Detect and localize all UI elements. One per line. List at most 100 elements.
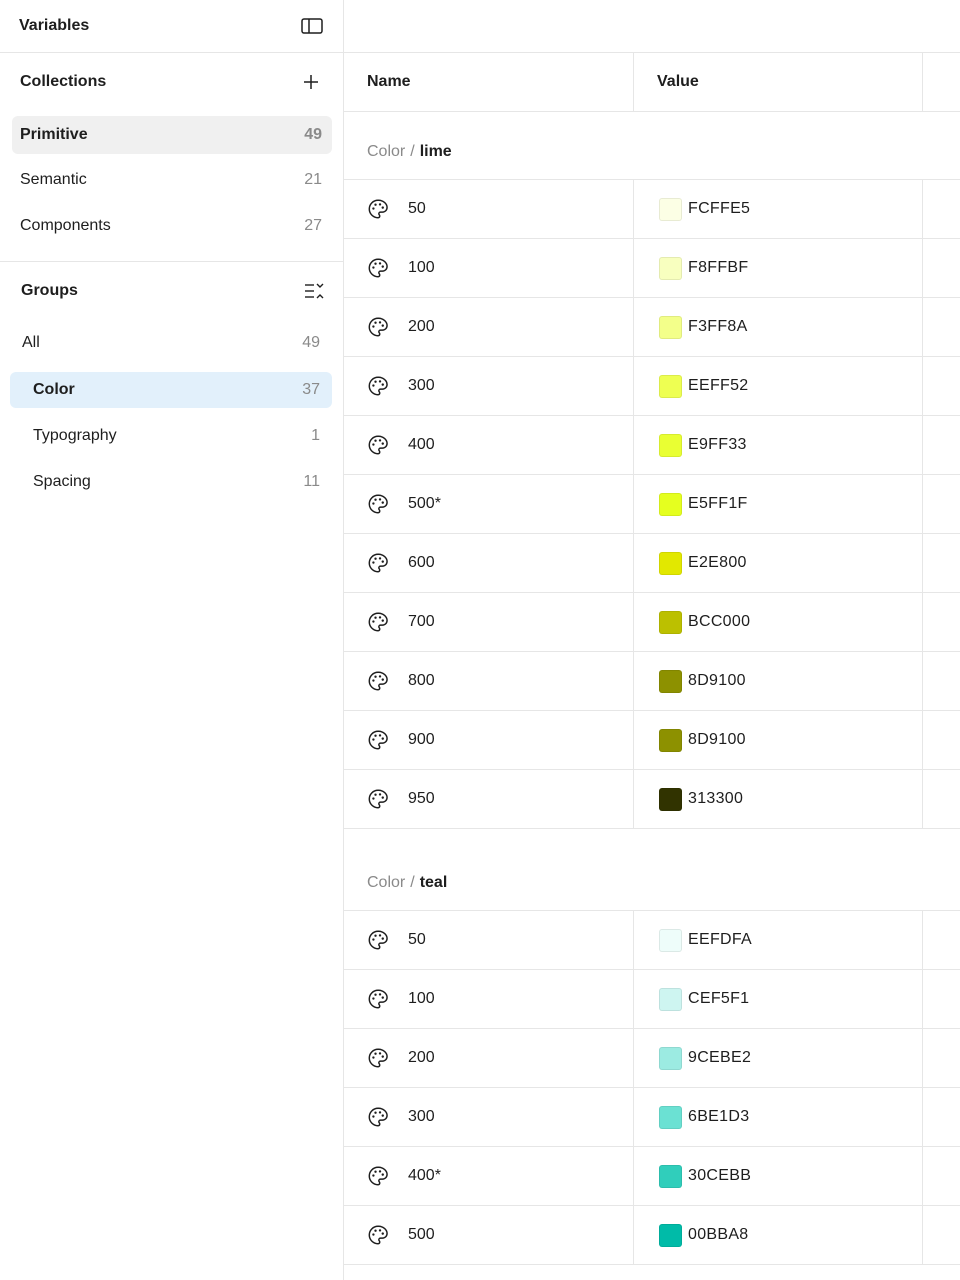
color-swatch[interactable] [659,256,682,280]
value-cell[interactable]: 313300 [634,770,923,828]
value-cell[interactable]: 30CEBB [634,1147,923,1205]
collections-section: Collections Primitive 49 Semantic 21 Com… [0,53,343,262]
extra-cell [923,770,960,828]
name-cell[interactable]: 100 [344,239,634,297]
extra-cell [923,357,960,415]
value-cell[interactable]: 6BE1D3 [634,1088,923,1146]
name-cell[interactable]: 500 [344,1206,634,1264]
group-count: 49 [302,334,320,351]
palette-icon [367,1047,389,1069]
table-row[interactable]: 600 E2E800 [344,534,960,593]
color-swatch[interactable] [659,669,682,693]
value-cell[interactable]: F3FF8A [634,298,923,356]
value-cell[interactable]: 8D9100 [634,711,923,769]
add-collection-button[interactable] [299,70,323,94]
table-row[interactable]: 800 8D9100 [344,652,960,711]
palette-icon [367,316,389,338]
color-swatch[interactable] [659,928,682,952]
name-cell[interactable]: 50 [344,180,634,238]
color-swatch[interactable] [659,433,682,457]
color-swatch[interactable] [659,1105,682,1129]
name-cell[interactable]: 500* [344,475,634,533]
palette-icon [367,788,389,810]
palette-icon [367,434,389,456]
variable-name: 900 [408,731,435,748]
group-item-typography[interactable]: Typography 1 [10,418,332,454]
list-collapse-icon[interactable] [302,279,326,303]
table-row[interactable]: 400* 30CEBB [344,1147,960,1206]
table-row[interactable]: 100 CEF5F1 [344,970,960,1029]
value-cell[interactable]: E5FF1F [634,475,923,533]
name-cell[interactable]: 50 [344,911,634,969]
name-cell[interactable]: 800 [344,652,634,710]
value-cell[interactable]: FCFFE5 [634,180,923,238]
collection-count: 27 [304,217,322,234]
name-cell[interactable]: 100 [344,970,634,1028]
name-cell[interactable]: 200 [344,298,634,356]
table-row[interactable]: 500 00BBA8 [344,1206,960,1265]
value-cell[interactable]: F8FFBF [634,239,923,297]
column-header-extra [923,53,960,111]
name-cell[interactable]: 700 [344,593,634,651]
name-cell[interactable]: 200 [344,1029,634,1087]
name-cell[interactable]: 400 [344,416,634,474]
value-cell[interactable]: EEFF52 [634,357,923,415]
color-swatch[interactable] [659,374,682,398]
group-heading-prefix: Color [367,874,406,891]
hex-value: F8FFBF [688,259,749,276]
name-cell[interactable]: 300 [344,1088,634,1146]
extra-cell [923,416,960,474]
table-row[interactable]: 50 FCFFE5 [344,180,960,239]
name-cell[interactable]: 600 [344,534,634,592]
table-row[interactable]: 200 9CEBE2 [344,1029,960,1088]
value-cell[interactable]: CEF5F1 [634,970,923,1028]
value-cell[interactable]: 9CEBE2 [634,1029,923,1087]
column-header-value[interactable]: Value [634,53,923,111]
table-row[interactable]: 400 E9FF33 [344,416,960,475]
palette-icon [367,988,389,1010]
value-cell[interactable]: E2E800 [634,534,923,592]
column-header-name[interactable]: Name [344,53,634,111]
value-cell[interactable]: E9FF33 [634,416,923,474]
table-row[interactable]: 300 EEFF52 [344,357,960,416]
sidebar-title: Variables [19,17,90,34]
color-swatch[interactable] [659,551,682,575]
name-cell[interactable]: 300 [344,357,634,415]
color-swatch[interactable] [659,1223,682,1247]
color-swatch[interactable] [659,1046,682,1070]
value-cell[interactable]: EEFDFA [634,911,923,969]
value-cell[interactable]: 8D9100 [634,652,923,710]
color-swatch[interactable] [659,787,682,811]
color-swatch[interactable] [659,728,682,752]
value-cell[interactable]: 00BBA8 [634,1206,923,1264]
extra-cell [923,1206,960,1264]
group-item-color[interactable]: Color 37 [10,372,332,408]
table-row[interactable]: 200 F3FF8A [344,298,960,357]
collection-item-semantic[interactable]: Semantic 21 [12,161,332,199]
name-cell[interactable]: 900 [344,711,634,769]
collection-item-components[interactable]: Components 27 [12,207,332,245]
hex-value: BCC000 [688,613,751,630]
table-row[interactable]: 500* E5FF1F [344,475,960,534]
color-swatch[interactable] [659,197,682,221]
group-heading-separator: / [410,143,415,160]
group-item-spacing[interactable]: Spacing 11 [10,464,332,500]
color-swatch[interactable] [659,987,682,1011]
table-row[interactable]: 950 313300 [344,770,960,829]
color-swatch[interactable] [659,315,682,339]
palette-icon [367,1106,389,1128]
name-cell[interactable]: 950 [344,770,634,828]
collection-item-primitive[interactable]: Primitive 49 [12,116,332,154]
color-swatch[interactable] [659,1164,682,1188]
table-row[interactable]: 50 EEFDFA [344,911,960,970]
table-row[interactable]: 700 BCC000 [344,593,960,652]
table-row[interactable]: 300 6BE1D3 [344,1088,960,1147]
value-cell[interactable]: BCC000 [634,593,923,651]
table-row[interactable]: 100 F8FFBF [344,239,960,298]
color-swatch[interactable] [659,610,682,634]
sidebar-toggle-icon[interactable] [300,14,324,38]
group-item-all[interactable]: All 49 [10,325,332,361]
color-swatch[interactable] [659,492,682,516]
table-row[interactable]: 900 8D9100 [344,711,960,770]
name-cell[interactable]: 400* [344,1147,634,1205]
